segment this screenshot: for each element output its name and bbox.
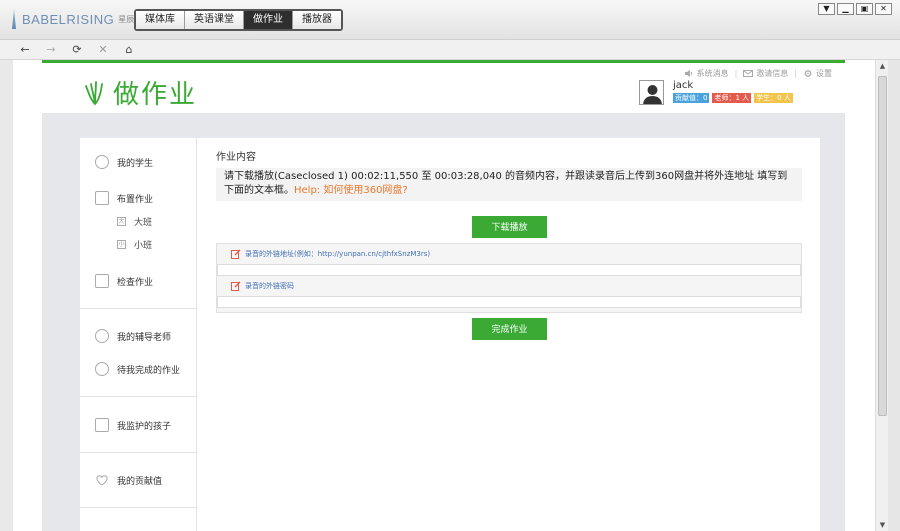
sidebar-item-pending-homework[interactable]: 待我完成的作业 bbox=[80, 361, 197, 377]
settings-link[interactable]: 设置 bbox=[803, 68, 832, 79]
tab-player[interactable]: 播放器 bbox=[293, 11, 341, 29]
sidebar-divider bbox=[80, 507, 197, 508]
dropdown-icon[interactable]: ▼ bbox=[818, 3, 835, 15]
grid-icon bbox=[95, 191, 109, 205]
user-card: jack 贡献值：0 老师：1 人 学生：0 人 bbox=[639, 80, 793, 105]
contribution-badge: 贡献值：0 bbox=[673, 93, 710, 103]
heart-icon bbox=[96, 475, 108, 486]
sidebar-divider bbox=[80, 452, 197, 453]
title-bar: BABELRISING 星辰英语 · 英语… 媒体库 英语课堂 做作业 播放器 … bbox=[0, 0, 900, 40]
page-title: 做作业 bbox=[113, 80, 198, 110]
help-link[interactable]: Help: 如何使用360网盘? bbox=[294, 185, 408, 196]
sidebar-divider bbox=[80, 396, 197, 397]
tower-logo-icon bbox=[8, 9, 20, 29]
system-messages-link[interactable]: 系统消息 bbox=[684, 68, 729, 79]
main-panel: 我的学生 布置作业 大 大班 小 小班 检查作业 我的辅导老师 待我完成的作业 … bbox=[80, 138, 820, 531]
refresh-icon[interactable]: ⟳ bbox=[70, 43, 84, 57]
vertical-scrollbar[interactable]: ▲ ▼ bbox=[875, 60, 888, 531]
clock-icon bbox=[95, 362, 109, 376]
link-address-input[interactable] bbox=[217, 264, 801, 276]
close-icon[interactable]: ✕ bbox=[875, 3, 892, 15]
nav-bar: ← → ⟳ ✕ ⌂ bbox=[0, 40, 900, 60]
teachers-badge: 老师：1 人 bbox=[712, 93, 752, 103]
app-tab-group: 媒体库 英语课堂 做作业 播放器 bbox=[134, 9, 343, 31]
top-links: 系统消息 | 邀请信息 | 设置 bbox=[684, 68, 832, 79]
complete-homework-button[interactable]: 完成作业 bbox=[472, 318, 547, 340]
stop-icon[interactable]: ✕ bbox=[96, 43, 110, 57]
download-play-button[interactable]: 下载播放 bbox=[472, 216, 547, 238]
tab-homework[interactable]: 做作业 bbox=[244, 11, 293, 29]
home-icon[interactable]: ⌂ bbox=[122, 43, 136, 57]
homework-instruction: 请下载播放(Caseclosed 1) 00:02:11,550 至 00:03… bbox=[216, 168, 802, 201]
sidebar-divider bbox=[80, 308, 197, 309]
maximize-icon[interactable]: ▣ bbox=[856, 3, 873, 15]
logo-text: BABELRISING bbox=[22, 11, 115, 27]
invite-info-link[interactable]: 邀请信息 bbox=[743, 68, 788, 79]
web-page: 做作业 系统消息 | 邀请信息 | 设置 jack 贡献值：0 老师：1 人 学… bbox=[13, 60, 875, 531]
user-badges: 贡献值：0 老师：1 人 学生：0 人 bbox=[673, 93, 793, 103]
tab-media-library[interactable]: 媒体库 bbox=[136, 11, 185, 29]
top-accent-bar bbox=[42, 60, 845, 63]
sidebar-subitem-small-class[interactable]: 小 小班 bbox=[80, 237, 197, 251]
class-big-icon: 大 bbox=[117, 216, 126, 226]
back-icon[interactable]: ← bbox=[18, 43, 32, 57]
class-small-icon: 小 bbox=[117, 239, 126, 249]
sidebar-item-check-homework[interactable]: 检查作业 bbox=[80, 273, 197, 289]
gear-icon bbox=[804, 70, 812, 77]
envelope-icon bbox=[743, 70, 754, 77]
monitor-icon bbox=[95, 418, 109, 432]
link-password-label: 录音的外链密码 bbox=[231, 281, 294, 291]
window-frame-right bbox=[888, 60, 900, 531]
tab-english-class[interactable]: 英语课堂 bbox=[185, 11, 244, 29]
link-address-label: 录音的外链地址(例如：http://yunpan.cn/cjthfxSnzM3r… bbox=[231, 249, 430, 259]
username: jack bbox=[673, 80, 694, 91]
leaf-hand-icon bbox=[85, 80, 103, 105]
link-password-input[interactable] bbox=[217, 296, 801, 308]
sidebar-item-my-students[interactable]: 我的学生 bbox=[80, 154, 197, 170]
scrollbar-thumb[interactable] bbox=[878, 76, 887, 416]
sidebar: 我的学生 布置作业 大 大班 小 小班 检查作业 我的辅导老师 待我完成的作业 … bbox=[80, 138, 197, 531]
person-silhouette-icon bbox=[643, 85, 662, 104]
sidebar-item-my-contribution[interactable]: 我的贡献值 bbox=[80, 472, 197, 488]
page-brand: 做作业 bbox=[83, 74, 197, 111]
sidebar-item-my-tutors[interactable]: 我的辅导老师 bbox=[80, 328, 197, 344]
tutor-icon bbox=[95, 329, 109, 343]
sidebar-subitem-big-class[interactable]: 大 大班 bbox=[80, 214, 197, 228]
edit-icon bbox=[231, 281, 241, 291]
students-badge: 学生：0 人 bbox=[754, 93, 793, 103]
minimize-icon[interactable]: ▁ bbox=[837, 3, 854, 15]
speaker-icon bbox=[684, 70, 692, 77]
sidebar-item-monitored-children[interactable]: 我监护的孩子 bbox=[80, 417, 197, 433]
section-title: 作业内容 bbox=[216, 152, 256, 163]
user-info: jack 贡献值：0 老师：1 人 学生：0 人 bbox=[673, 80, 793, 105]
edit-icon bbox=[231, 249, 241, 259]
window-controls: ▼ ▁ ▣ ✕ bbox=[818, 3, 892, 15]
upload-form: 录音的外链地址(例如：http://yunpan.cn/cjthfxSnzM3r… bbox=[216, 243, 802, 313]
people-icon bbox=[95, 155, 109, 169]
sidebar-item-assign-homework[interactable]: 布置作业 bbox=[80, 190, 197, 206]
avatar[interactable] bbox=[639, 80, 664, 105]
forward-icon[interactable]: → bbox=[44, 43, 58, 57]
document-check-icon bbox=[95, 274, 109, 288]
